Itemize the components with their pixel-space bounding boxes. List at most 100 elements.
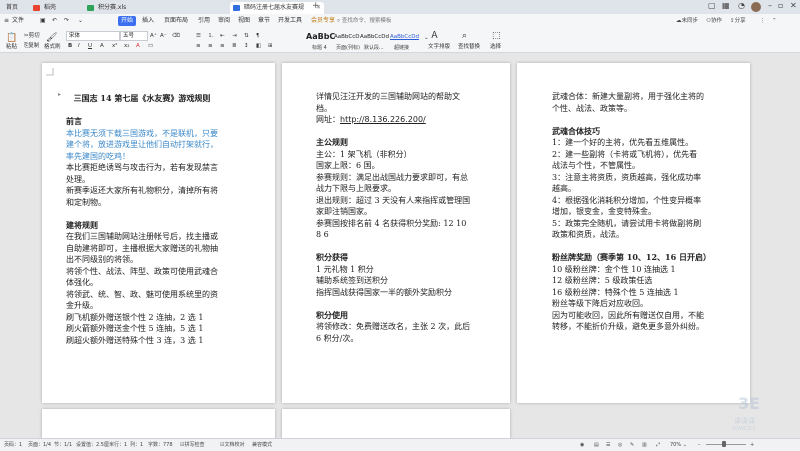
search-input[interactable]: ⌕ 查找命令、搜索模板	[337, 16, 407, 26]
document-page-4[interactable]	[42, 409, 275, 438]
style-preview-3[interactable]: AaBbCcDd	[360, 33, 389, 41]
text-tools-icon[interactable]: Ａ	[430, 32, 439, 41]
tab-document-active[interactable]: 暗码注册七届水友赛规则1.0.docx ✕	[230, 2, 324, 14]
style-label-4[interactable]: 超链接	[394, 44, 409, 51]
read-view-icon[interactable]: ▥	[642, 440, 647, 450]
style-preview-2[interactable]: AaBbCcD	[334, 33, 360, 41]
menu-insert[interactable]: 插入	[142, 16, 154, 26]
doc-check-button[interactable]: ☑文档校对	[220, 440, 245, 450]
zoom-in-icon[interactable]: +	[750, 440, 754, 450]
more-options-icon[interactable]: ⋮	[760, 16, 766, 26]
layout-icon[interactable]: ▢	[708, 1, 716, 10]
menu-references[interactable]: 引用	[198, 16, 210, 26]
underline-icon[interactable]: U	[88, 42, 92, 50]
new-tab-icon[interactable]: +	[312, 1, 320, 11]
font-size-select[interactable]: 五号	[120, 31, 148, 41]
save-icon[interactable]: ▣	[40, 16, 46, 26]
share-button[interactable]: ⇪分享	[730, 16, 746, 26]
outline-toggle-icon[interactable]: ▸	[58, 91, 61, 98]
grid-icon[interactable]: ▦	[722, 1, 730, 10]
more-icon[interactable]: ⌄	[78, 16, 83, 26]
undo-icon[interactable]: ↶	[52, 16, 57, 26]
menu-section[interactable]: 章节	[258, 16, 270, 26]
align-center-icon[interactable]: ≡	[208, 42, 213, 50]
decrease-indent-icon[interactable]: ⇤	[220, 32, 225, 40]
style-gallery-expand-icon[interactable]: ⌄	[424, 34, 429, 42]
zoom-slider[interactable]	[706, 444, 746, 445]
web-view-icon[interactable]: ◎	[618, 440, 622, 450]
menu-member[interactable]: 会员专享	[311, 16, 335, 26]
highlight-icon[interactable]: A	[136, 42, 140, 50]
shrink-font-icon[interactable]: A⁻	[160, 32, 167, 40]
font-color-icon[interactable]: A	[100, 42, 104, 50]
select-button[interactable]: 选择	[490, 43, 501, 51]
bold-icon[interactable]: B	[68, 42, 72, 50]
format-painter-button[interactable]: 格式刷	[44, 43, 61, 51]
outline-view-icon[interactable]: ☰	[606, 440, 610, 450]
fullscreen-icon[interactable]: ⤢	[656, 440, 660, 450]
document-canvas[interactable]: 三国志 14 第七届《水友赛》游戏规则 前言 本比赛无须下载三国游戏，不是联机，…	[0, 53, 800, 438]
shading-icon[interactable]: ◧	[256, 42, 261, 50]
style-label-3[interactable]: 默认段...	[364, 44, 384, 51]
find-replace-icon[interactable]: ⌕	[462, 32, 467, 41]
style-label-1[interactable]: 标题 4	[312, 44, 327, 51]
menu-home[interactable]: 开始	[118, 16, 137, 26]
find-replace-button[interactable]: 查找替换	[458, 43, 480, 51]
zoom-slider-handle[interactable]	[722, 441, 726, 447]
style-preview-4[interactable]: AaBbCcDd	[390, 33, 419, 41]
write-view-icon[interactable]: ✎	[630, 440, 634, 450]
justify-icon[interactable]: ≣	[232, 42, 237, 50]
menu-review[interactable]: 审阅	[218, 16, 230, 26]
style-preview-1[interactable]: AaBbC	[306, 33, 335, 41]
menu-file[interactable]: 文件	[12, 16, 24, 26]
align-left-icon[interactable]: ≡	[196, 42, 201, 50]
italic-icon[interactable]: I	[78, 42, 80, 50]
document-page-2[interactable]: 详情见汪汪开发的三国辅助网站的帮助文 档。 网址：http://8.136.22…	[282, 63, 510, 403]
tab-spreadsheet[interactable]: 积分赛.xls	[84, 2, 168, 14]
notification-icon[interactable]: ◔	[738, 1, 745, 10]
paste-icon[interactable]: 📋	[6, 34, 17, 43]
cooperate-button[interactable]: ⚇协作	[706, 16, 722, 26]
select-icon[interactable]: ⬚	[492, 32, 501, 41]
copy-button[interactable]: ⎘复制	[24, 42, 39, 50]
increase-indent-icon[interactable]: ⇥	[232, 32, 237, 40]
document-page-3[interactable]: 武魂合体：新建大量副将，用于强化主将的 个性、战法、政策等。 武魂合体技巧 1：…	[517, 63, 750, 403]
menu-developer[interactable]: 开发工具	[278, 16, 302, 26]
char-border-icon[interactable]: ▭	[148, 42, 153, 50]
zoom-select[interactable]: 70% ⌄	[670, 440, 687, 450]
paste-button[interactable]: 粘贴	[6, 43, 17, 51]
grow-font-icon[interactable]: A⁺	[150, 32, 157, 40]
border-icon[interactable]: ⊞	[268, 42, 273, 50]
numbered-list-icon[interactable]: ⒈	[208, 32, 214, 40]
redo-icon[interactable]: ↷	[64, 16, 69, 26]
status-words[interactable]: 字数：778	[148, 440, 173, 450]
status-page[interactable]: 页码：1	[4, 440, 22, 450]
text-tools-button[interactable]: 文字排版	[428, 43, 450, 51]
superscript-icon[interactable]: x²	[112, 42, 117, 50]
maximize-icon[interactable]: ▫	[778, 1, 783, 10]
bullet-list-icon[interactable]: ☰	[196, 32, 201, 40]
hamburger-icon[interactable]: ≡	[4, 16, 9, 26]
align-right-icon[interactable]: ≡	[220, 42, 225, 50]
document-page-1[interactable]: 三国志 14 第七届《水友赛》游戏规则 前言 本比赛无须下载三国游戏，不是联机，…	[42, 63, 275, 403]
eye-protect-icon[interactable]: ◉	[580, 440, 584, 450]
line-spacing-icon[interactable]: ↕	[244, 42, 249, 50]
status-setting[interactable]: 设置值：2.5厘米	[76, 440, 114, 450]
unsync-button[interactable]: ☁未同步	[676, 16, 698, 26]
sort-icon[interactable]: ⇅	[244, 32, 249, 40]
spell-check-button[interactable]: ☑拼写检查	[180, 440, 205, 450]
menu-view[interactable]: 视图	[238, 16, 250, 26]
collapse-ribbon-icon[interactable]: ⌃	[772, 16, 777, 26]
subscript-icon[interactable]: x₂	[124, 42, 129, 50]
close-window-icon[interactable]: ✕	[790, 1, 797, 10]
status-row[interactable]: 行：1	[114, 440, 127, 450]
document-page-5[interactable]	[282, 409, 510, 438]
status-section[interactable]: 节：1/1	[54, 440, 72, 450]
website-link[interactable]: http://8.136.226.200/	[340, 115, 426, 124]
page-view-icon[interactable]: ▤	[594, 440, 599, 450]
minimize-icon[interactable]: –	[768, 1, 772, 10]
show-marks-icon[interactable]: ¶	[256, 32, 260, 40]
status-col[interactable]: 列：1	[130, 440, 143, 450]
clear-format-icon[interactable]: ⌫	[172, 32, 180, 40]
cut-button[interactable]: ✂剪切	[24, 32, 40, 40]
